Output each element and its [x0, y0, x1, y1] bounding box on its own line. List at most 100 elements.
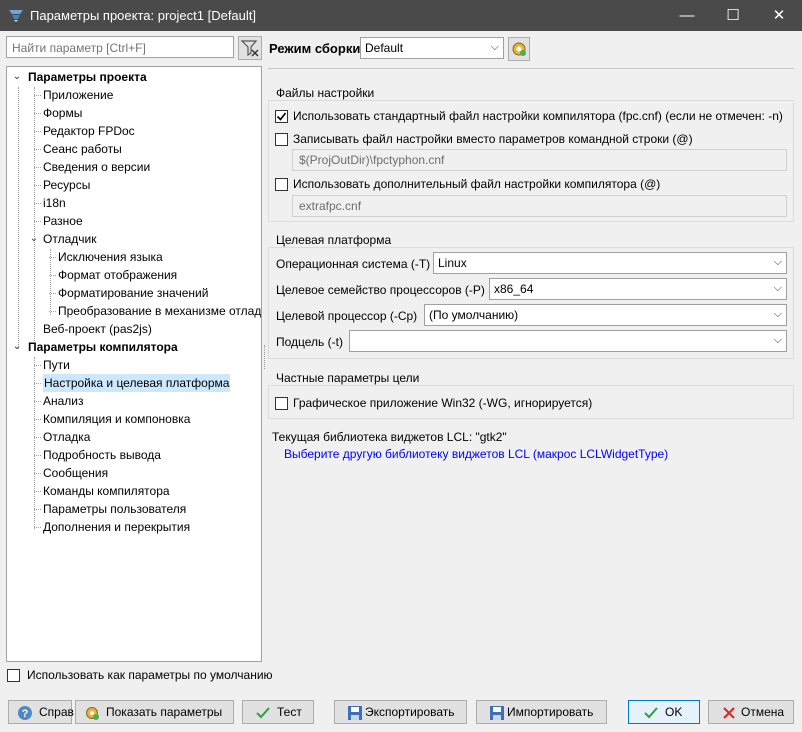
- tree-guide: [34, 149, 41, 150]
- close-button[interactable]: ✕: [756, 0, 802, 31]
- tree-guide: [34, 455, 41, 456]
- tree-guide: [18, 87, 19, 349]
- tree-guide: [34, 113, 41, 114]
- tree-item[interactable]: Подробность вывода: [43, 446, 161, 464]
- subarch-select[interactable]: ⌵: [349, 330, 787, 352]
- tree-item[interactable]: Формат отображения: [58, 266, 177, 284]
- export-button-label: Экспортировать: [365, 705, 455, 719]
- tree-guide: [34, 221, 41, 222]
- target-os-value: Linux: [438, 256, 467, 270]
- show-options-button[interactable]: Показать параметры: [75, 700, 234, 724]
- maximize-button[interactable]: ☐: [710, 0, 756, 31]
- tree-item[interactable]: Компиляция и компоновка: [43, 410, 190, 428]
- tree-guide: [34, 509, 41, 510]
- checkmark-icon: [256, 707, 270, 719]
- tree-item[interactable]: Форматирование значений: [58, 284, 208, 302]
- tree-project-options[interactable]: Параметры проекта: [28, 68, 147, 86]
- checkmark-icon: [276, 112, 287, 121]
- target-cpu-label: Целевой процессор (-Cp): [276, 309, 418, 323]
- import-button[interactable]: Импортировать: [476, 700, 607, 724]
- separator: [268, 68, 794, 69]
- tree-guide: [50, 249, 51, 315]
- collapse-icon[interactable]: ⌄: [28, 230, 40, 248]
- close-icon: [723, 707, 735, 719]
- search-input[interactable]: [10, 38, 234, 58]
- options-tree[interactable]: ⌄ Параметры проекта ⌄ Отладчик Веб-проек…: [6, 66, 262, 662]
- target-os-label: Операционная система (-T): [276, 257, 431, 271]
- minimize-button[interactable]: —: [664, 0, 710, 31]
- tree-item[interactable]: Исключения языка: [58, 248, 163, 266]
- show-options-label: Показать параметры: [106, 705, 223, 719]
- tree-item[interactable]: Параметры пользователя: [43, 500, 186, 518]
- tree-item[interactable]: Разное: [43, 212, 83, 230]
- tree-item[interactable]: Пути: [43, 356, 70, 374]
- tree-item[interactable]: Сообщения: [43, 464, 108, 482]
- tree-compiler-options[interactable]: Параметры компилятора: [28, 338, 178, 356]
- chevron-down-icon: ⌵: [773, 282, 782, 294]
- tree-item[interactable]: Приложение: [43, 86, 113, 104]
- export-button[interactable]: Экспортировать: [334, 700, 467, 724]
- target-os-select[interactable]: Linux ⌵: [433, 252, 787, 274]
- tree-item[interactable]: Сеанс работы: [43, 140, 122, 158]
- write-cfg-checkbox[interactable]: [275, 133, 288, 146]
- use-extra-cfg-label: Использовать дополнительный файл настрой…: [293, 177, 661, 191]
- tree-guide: [34, 365, 41, 366]
- tree-guide: [34, 437, 41, 438]
- lcl-current-label: Текущая библиотека виджетов LCL: "gtk2": [272, 430, 507, 444]
- tree-item[interactable]: Команды компилятора: [43, 482, 170, 500]
- use-as-default-label: Использовать как параметры по умолчанию: [27, 668, 273, 682]
- subarch-label: Подцель (-t): [276, 335, 343, 349]
- test-button[interactable]: Тест: [242, 700, 314, 724]
- tree-guide: [34, 95, 41, 96]
- tree-item-debugger[interactable]: Отладчик: [43, 230, 96, 248]
- tree-item[interactable]: Формы: [43, 104, 82, 122]
- tree-item[interactable]: Дополнения и перекрытия: [43, 518, 190, 536]
- tree-item[interactable]: Сведения о версии: [43, 158, 150, 176]
- clear-filter-button[interactable]: [238, 36, 262, 60]
- use-extra-cfg-checkbox[interactable]: [275, 178, 288, 191]
- app-icon: [9, 10, 23, 22]
- tree-item[interactable]: Отладка: [43, 428, 90, 446]
- gear-icon: [512, 42, 526, 56]
- tree-guide: [34, 473, 41, 474]
- help-button[interactable]: ? Справ: [8, 700, 74, 724]
- help-button-label: Справ: [39, 705, 74, 719]
- help-icon: ?: [18, 706, 32, 720]
- tree-guide: [49, 257, 56, 258]
- build-mode-select[interactable]: Default ⌵: [360, 37, 504, 59]
- ok-button[interactable]: OK: [628, 700, 700, 724]
- use-std-cfg-checkbox[interactable]: [275, 110, 288, 123]
- cancel-button[interactable]: Отмена: [708, 700, 794, 724]
- tree-guide: [49, 293, 56, 294]
- target-platform-title: Целевая платформа: [276, 233, 392, 247]
- extra-cfg-path-value: extrafpc.cnf: [299, 199, 362, 213]
- build-modes-button[interactable]: [508, 37, 530, 61]
- tree-item[interactable]: Анализ: [43, 392, 84, 410]
- write-cfg-path-field[interactable]: $(ProjOutDir)\fpctyphon.cnf: [292, 149, 787, 171]
- tree-item-web-project[interactable]: Веб-проект (pas2js): [43, 320, 152, 338]
- tree-item[interactable]: Редактор FPDoc: [43, 122, 135, 140]
- collapse-icon[interactable]: ⌄: [11, 68, 23, 86]
- tree-guide: [49, 311, 56, 312]
- write-cfg-label: Записывать файл настройки вместо парамет…: [293, 132, 693, 146]
- chevron-down-icon: ⌵: [773, 308, 782, 320]
- save-icon: [490, 706, 504, 720]
- lcl-change-link[interactable]: Выберите другую библиотеку виджетов LCL …: [284, 447, 668, 461]
- extra-cfg-path-field[interactable]: extrafpc.cnf: [292, 195, 787, 217]
- use-as-default-checkbox[interactable]: [7, 669, 20, 682]
- tree-guide: [34, 401, 41, 402]
- filter-clear-icon: [240, 40, 259, 57]
- build-mode-value: Default: [365, 41, 404, 55]
- win32-gui-label: Графическое приложение Win32 (-WG, игнор…: [293, 396, 593, 410]
- checkmark-icon: [644, 707, 658, 719]
- search-field[interactable]: [6, 36, 234, 58]
- collapse-icon[interactable]: ⌄: [11, 338, 23, 356]
- tree-item[interactable]: Ресурсы: [43, 176, 90, 194]
- target-cpu-select[interactable]: (По умолчанию) ⌵: [424, 304, 787, 326]
- tree-item[interactable]: i18n: [43, 194, 66, 212]
- win32-gui-checkbox[interactable]: [275, 397, 288, 410]
- tree-guide: [49, 275, 56, 276]
- target-cpu-family-select[interactable]: x86_64 ⌵: [489, 278, 787, 300]
- tree-item[interactable]: Преобразование в механизме отладч: [58, 302, 261, 320]
- tree-item[interactable]: Настройка и целевая платформа: [43, 374, 231, 392]
